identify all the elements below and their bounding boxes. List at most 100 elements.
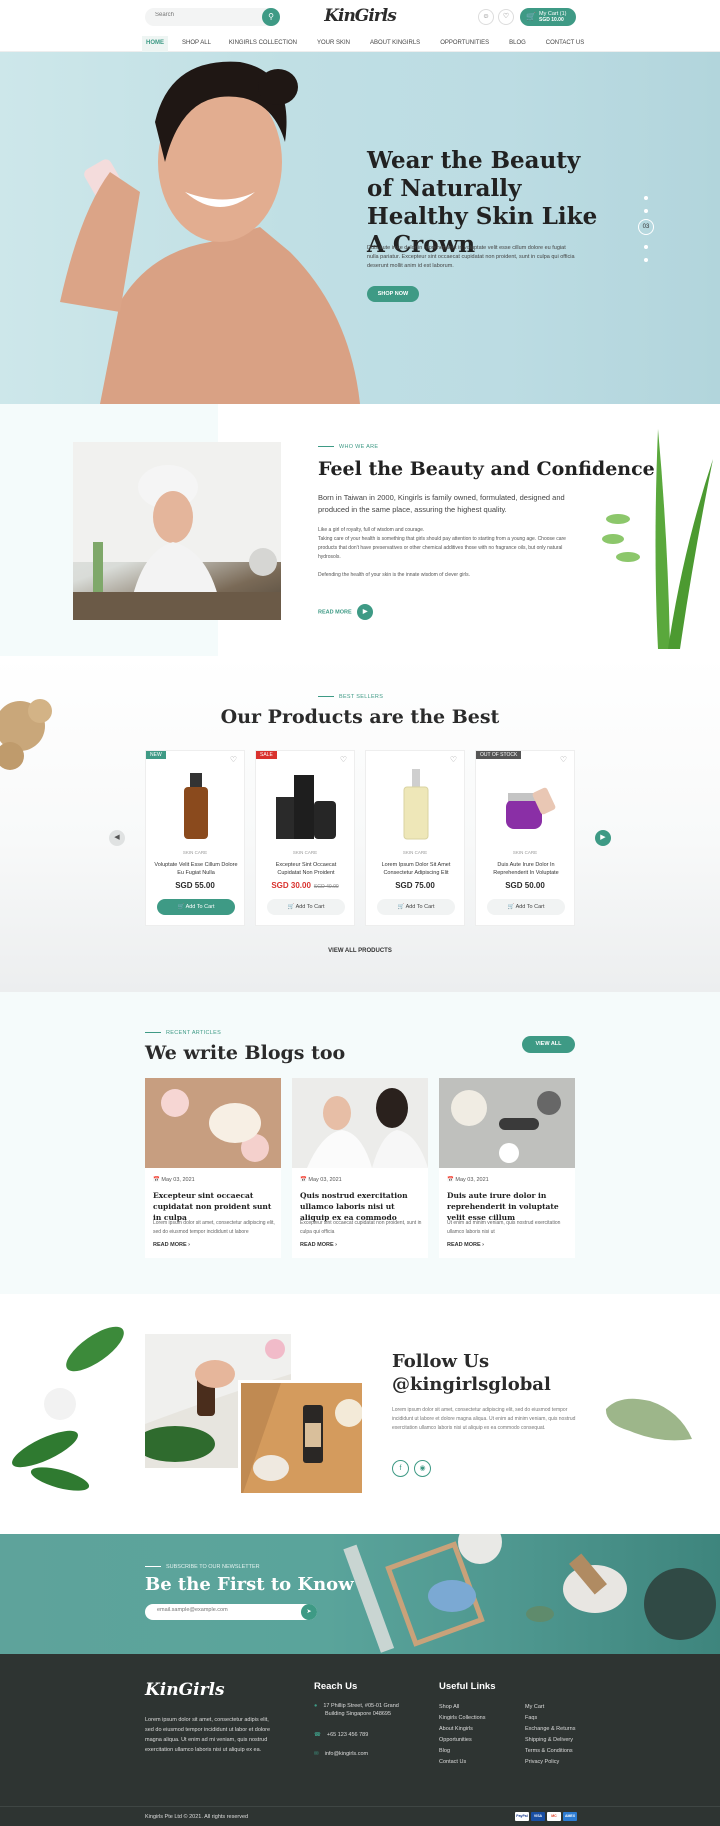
product-card[interactable]: OUT OF STOCK ♡ SKIN CARE Duis Aute Irure… — [475, 750, 575, 926]
blog-date-text: May 03, 2021 — [455, 1177, 489, 1183]
product-name[interactable]: Lorem Ipsum Dolor Sit Amet Consectetur A… — [374, 861, 458, 877]
search-input[interactable] — [155, 12, 255, 18]
facebook-icon[interactable]: f — [392, 1460, 409, 1477]
location-pin-icon: ● — [314, 1703, 318, 1709]
footer-link[interactable]: Shipping & Delivery — [525, 1737, 573, 1743]
carousel-next-button[interactable]: ▶ — [595, 830, 611, 846]
blog-eyebrow: RECENT ARTICLES — [145, 1030, 221, 1036]
read-more-label: READ MORE — [447, 1242, 481, 1248]
product-badge: SALE — [256, 751, 277, 759]
shop-now-button[interactable]: SHOP NOW — [367, 286, 419, 302]
search-icon[interactable]: ⚲ — [262, 8, 280, 26]
product-card[interactable]: NEW ♡ SKIN CARE Voluptate Velit Esse Cil… — [145, 750, 245, 926]
aloe-vera-decoration — [602, 429, 713, 649]
wishlist-heart-icon[interactable]: ♡ — [450, 755, 457, 764]
nav-kingirls-collection[interactable]: KINGIRLS COLLECTION — [229, 36, 297, 52]
about-paragraph: Like a girl of royalty, full of wisdom a… — [318, 527, 425, 533]
blog-image — [292, 1078, 428, 1168]
blog-read-more-link[interactable]: READ MORE › — [447, 1242, 484, 1248]
footer-link[interactable]: Opportunities — [439, 1737, 472, 1743]
slider-dot[interactable] — [644, 209, 648, 213]
nav-your-skin[interactable]: YOUR SKIN — [317, 36, 350, 52]
wishlist-heart-icon[interactable]: ♡ — [340, 755, 347, 764]
product-card[interactable]: SALE ♡ SKIN CARE Excepteur Sint Occaecat… — [255, 750, 355, 926]
blog-image — [439, 1078, 575, 1168]
cart-summary: My Cart (1) SGD 10.00 — [539, 11, 567, 23]
nav-about-kingirls[interactable]: ABOUT KINGIRLS — [370, 36, 420, 52]
wishlist-heart-icon[interactable]: ♡ — [498, 9, 514, 25]
footer-link[interactable]: Shop All — [439, 1704, 459, 1710]
carousel-prev-button[interactable]: ◀ — [109, 830, 125, 846]
product-category: SKIN CARE — [182, 850, 208, 855]
user-icon[interactable]: ☺ — [478, 9, 494, 25]
add-to-cart-button[interactable]: 🛒 Add To Cart — [487, 899, 565, 915]
site-header: ⚲ KinGirls ☺ ♡ 🛒 My Cart (1) SGD 10.00 H… — [0, 0, 720, 52]
product-price: SGD 50.00 — [476, 881, 574, 890]
nav-home[interactable]: HOME — [142, 36, 168, 52]
mastercard-icon: MC — [547, 1812, 561, 1821]
footer-link[interactable]: Kingirls Collections — [439, 1715, 485, 1721]
blog-card[interactable]: 📅 May 03, 2021 Duis aute irure dolor in … — [439, 1078, 575, 1258]
site-logo[interactable]: KinGirls — [324, 6, 397, 26]
footer-email[interactable]: ✉ info@kingirls.com — [314, 1750, 368, 1758]
send-icon[interactable]: ➤ — [301, 1604, 317, 1620]
instagram-icon[interactable]: ◉ — [414, 1460, 431, 1477]
hero-banner: Wear the Beauty of Naturally Healthy Ski… — [0, 52, 720, 404]
product-card[interactable]: ♡ SKIN CARE Lorem Ipsum Dolor Sit Amet C… — [365, 750, 465, 926]
footer-link[interactable]: Privacy Policy — [525, 1759, 559, 1765]
arrow-right-icon[interactable]: ▶ — [357, 604, 374, 620]
add-to-cart-label: Add To Cart — [515, 904, 545, 910]
blog-card[interactable]: 📅 May 03, 2021 Excepteur sint occaecat c… — [145, 1078, 281, 1258]
search-bar[interactable]: ⚲ — [145, 8, 280, 26]
blog-date-text: May 03, 2021 — [308, 1177, 342, 1183]
add-to-cart-label: Add To Cart — [185, 904, 215, 910]
footer-link[interactable]: About Kingirls — [439, 1726, 473, 1732]
footer-logo[interactable]: KinGirls — [145, 1680, 225, 1700]
product-price: SGD 75.00 — [366, 881, 464, 890]
nav-blog[interactable]: BLOG — [509, 36, 526, 52]
blog-image — [145, 1078, 281, 1168]
view-all-products-link[interactable]: VIEW ALL PRODUCTS — [0, 948, 720, 954]
blog-read-more-link[interactable]: READ MORE › — [300, 1242, 337, 1248]
blog-date: 📅 May 03, 2021 — [153, 1177, 195, 1183]
add-to-cart-label: Add To Cart — [405, 904, 435, 910]
nav-shop-all[interactable]: SHOP ALL — [182, 36, 211, 52]
wishlist-heart-icon[interactable]: ♡ — [560, 755, 567, 764]
about-paragraph: Defending the health of your skin is the… — [318, 572, 471, 578]
copyright: Kingirls Pte Ltd © 2021. All rights rese… — [145, 1814, 249, 1820]
product-name[interactable]: Voluptate Velit Esse Cillum Dolore Eu Fu… — [154, 861, 238, 877]
footer-link[interactable]: Faqs — [525, 1715, 537, 1721]
nav-opportunities[interactable]: OPPORTUNITIES — [440, 36, 489, 52]
nav-contact-us[interactable]: CONTACT US — [546, 36, 584, 52]
product-price: SGD 30.00 SGD 40.00 — [256, 881, 354, 890]
product-name[interactable]: Excepteur Sint Occaecat Cupidatat Non Pr… — [264, 861, 348, 877]
wishlist-heart-icon[interactable]: ♡ — [230, 755, 237, 764]
product-name[interactable]: Duis Aute Irure Dolor In Reprehenderit I… — [484, 861, 568, 877]
footer-link[interactable]: My Cart — [525, 1704, 544, 1710]
footer-link[interactable]: Contact Us — [439, 1759, 466, 1765]
add-to-cart-button[interactable]: 🛒 Add To Cart — [157, 899, 235, 915]
slider-dot[interactable] — [644, 196, 648, 200]
footer-link[interactable]: Blog — [439, 1748, 450, 1754]
footer-link[interactable]: Terms & Conditions — [525, 1748, 573, 1754]
phone-icon: ☎ — [314, 1732, 321, 1738]
slider-dot[interactable] — [644, 245, 648, 249]
cart-button[interactable]: 🛒 My Cart (1) SGD 10.00 — [520, 8, 576, 26]
cart-total: SGD 10.00 — [539, 17, 564, 23]
slider-current-indicator[interactable]: 03 — [638, 219, 654, 235]
visa-icon: VISA — [531, 1812, 545, 1821]
add-to-cart-button[interactable]: 🛒 Add To Cart — [377, 899, 455, 915]
slider-dot[interactable] — [644, 258, 648, 262]
product-badge: OUT OF STOCK — [476, 751, 522, 759]
footer-phone[interactable]: ☎ +65 123 456 789 — [314, 1731, 368, 1739]
add-to-cart-button[interactable]: 🛒 Add To Cart — [267, 899, 345, 915]
blog-view-all-button[interactable]: VIEW ALL — [522, 1036, 575, 1053]
about-read-more-link[interactable]: READ MORE ▶ — [318, 604, 374, 620]
newsletter-email-input[interactable] — [157, 1607, 287, 1613]
blog-date-text: May 03, 2021 — [161, 1177, 195, 1183]
blog-card[interactable]: 📅 May 03, 2021 Quis nostrud exercitation… — [292, 1078, 428, 1258]
product-image — [403, 769, 429, 840]
blog-read-more-link[interactable]: READ MORE › — [153, 1242, 190, 1248]
instagram-image[interactable] — [238, 1380, 365, 1496]
footer-link[interactable]: Exchange & Returns — [525, 1726, 575, 1732]
